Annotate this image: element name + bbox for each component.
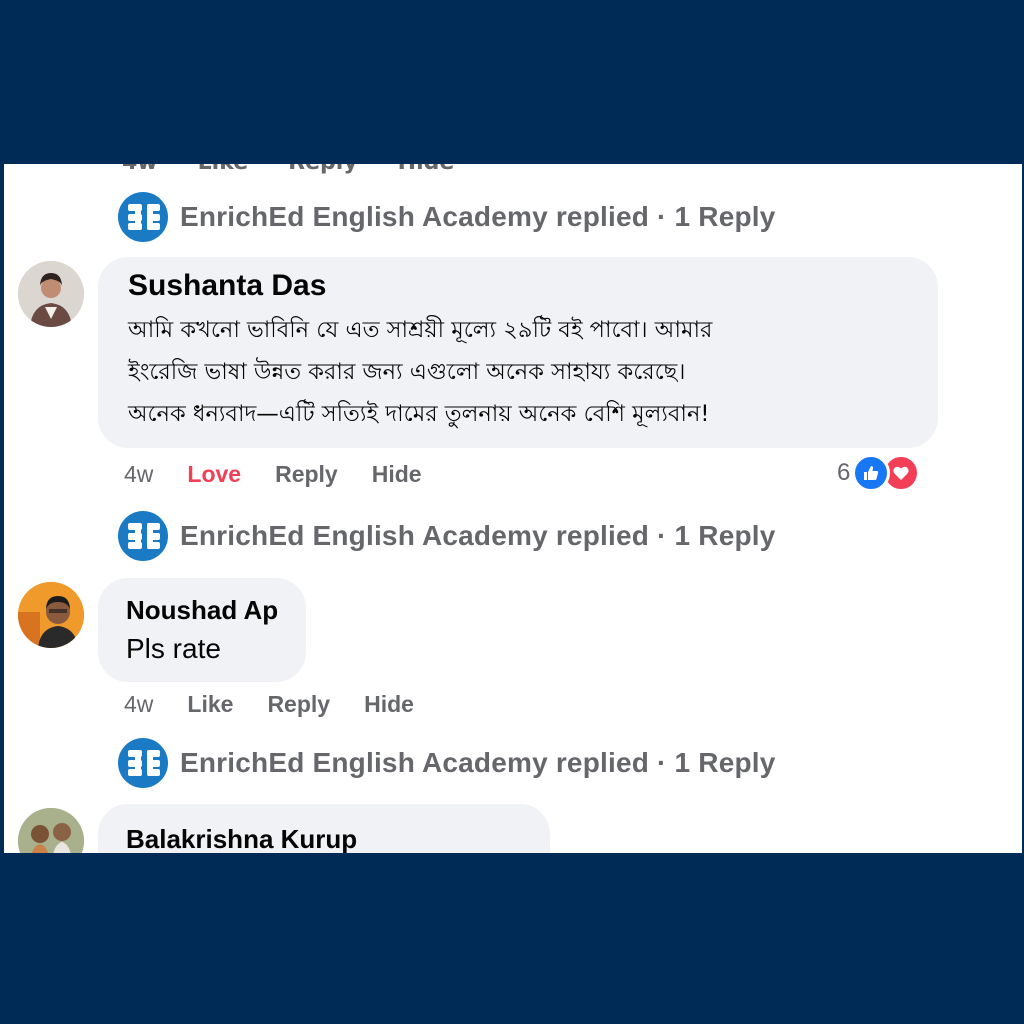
reply-link[interactable]: Reply <box>275 461 338 488</box>
love-link[interactable]: Love <box>187 461 241 488</box>
clipped-like-link[interactable]: Like <box>198 164 249 175</box>
clipped-time: 4w <box>122 164 158 175</box>
comment-line: অনেক ধন্যবাদ—এটি সত্যিই দামের তুলনায় অন… <box>128 401 710 427</box>
comment-bubble: Sushanta Das আমি কখনো ভাবিনি যে এত সাশ্র… <box>98 257 938 448</box>
comment-bubble: Noushad Ap Pls rate <box>98 578 306 682</box>
comment-text: আমি কখনো ভাবিনি যে এত সাশ্রয়ী মূল্যে ২৯… <box>128 309 712 435</box>
reaction-summary[interactable]: 6 <box>837 454 921 492</box>
comment-text: Pls rate <box>126 633 221 664</box>
reply-summary-link[interactable]: EnrichEd English Academy replied · 1 Rep… <box>118 511 776 561</box>
reply-summary-link[interactable]: EnrichEd English Academy replied · 1 Rep… <box>118 192 776 242</box>
avatar[interactable] <box>18 582 84 648</box>
comment-author[interactable]: Noushad Ap <box>126 595 278 626</box>
hide-link[interactable]: Hide <box>372 461 422 488</box>
comment-author[interactable]: Sushanta Das <box>128 269 326 303</box>
clipped-hide-link[interactable]: Hide <box>398 164 455 175</box>
comment-actions: 4w Like Reply Hide <box>124 691 448 718</box>
comment-line: ইংরেজি ভাষা উন্নত করার জন্য এগুলো অনেক স… <box>128 359 686 385</box>
like-link[interactable]: Like <box>187 691 233 718</box>
comment-timestamp[interactable]: 4w <box>124 691 153 718</box>
enriched-logo-icon <box>118 511 168 561</box>
comment-author[interactable]: Balakrishna Kurup <box>126 824 357 853</box>
comment-bubble: Balakrishna Kurup <box>98 804 550 853</box>
avatar[interactable] <box>18 261 84 327</box>
like-icon <box>852 454 891 492</box>
clipped-reply-link[interactable]: Reply <box>288 164 358 175</box>
enriched-logo-icon <box>118 192 168 242</box>
reply-summary-text: EnrichEd English Academy replied · 1 Rep… <box>180 201 776 232</box>
comment-line: আমি কখনো ভাবিনি যে এত সাশ্রয়ী মূল্যে ২৯… <box>128 317 713 343</box>
reaction-count: 6 <box>837 459 851 486</box>
comment-timestamp[interactable]: 4w <box>124 461 153 488</box>
reply-summary-text: EnrichEd English Academy replied · 1 Rep… <box>180 747 776 778</box>
hide-link[interactable]: Hide <box>364 691 414 718</box>
reply-link[interactable]: Reply <box>267 691 330 718</box>
reply-summary-link[interactable]: EnrichEd English Academy replied · 1 Rep… <box>118 738 776 788</box>
reply-summary-text: EnrichEd English Academy replied · 1 Rep… <box>180 520 776 551</box>
comments-panel: 4w Like Reply Hide EnrichEd English Acad… <box>4 164 1022 853</box>
comment-actions: 4w Love Reply Hide <box>124 461 456 488</box>
avatar[interactable] <box>18 808 84 853</box>
clipped-action-row: 4w Like Reply Hide <box>122 164 454 175</box>
enriched-logo-icon <box>118 738 168 788</box>
